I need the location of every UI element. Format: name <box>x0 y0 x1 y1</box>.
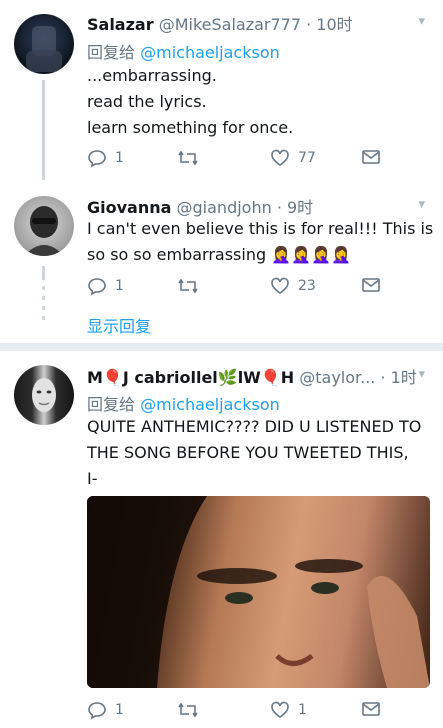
like-count: 77 <box>298 150 316 166</box>
reply-prefix: 回复给 <box>87 395 136 414</box>
reply-button[interactable]: 1 <box>87 148 124 168</box>
thread-line <box>42 80 45 180</box>
avatar[interactable] <box>14 365 74 425</box>
tweet-2[interactable]: Giovanna @giandjohn · 9时 ▾ I can't even … <box>0 180 443 340</box>
thread-line <box>42 286 45 290</box>
tweet-actions: 1 77 <box>87 148 387 172</box>
display-name[interactable]: Giovanna <box>87 198 171 217</box>
thread-line <box>42 316 45 320</box>
user-handle[interactable]: @MikeSalazar777 <box>159 15 301 34</box>
reply-icon <box>88 278 106 296</box>
like-button[interactable]: 77 <box>270 148 316 168</box>
reply-icon <box>88 150 106 168</box>
reply-to-handle[interactable]: @michaeljackson <box>140 395 280 414</box>
like-icon <box>271 149 289 166</box>
tweet-text-line: QUITE ANTHEMIC???? DID U LISTENED TO <box>87 417 422 436</box>
retweet-button[interactable] <box>177 148 199 168</box>
dm-icon <box>362 278 380 292</box>
reply-prefix: 回复给 <box>87 43 136 62</box>
tweet-actions: 1 1 <box>87 700 387 724</box>
dm-button[interactable] <box>361 148 381 166</box>
dm-icon <box>362 150 380 164</box>
retweet-button[interactable] <box>177 276 199 296</box>
tweet-text-line: learn something for once. <box>87 118 294 137</box>
tweet-3[interactable]: M🎈J cabriollel🌿lW🎈H @taylor... · 1时 ▾ 回复… <box>0 351 443 728</box>
tweet-header: Giovanna @giandjohn · 9时 <box>87 194 313 218</box>
tweet-header: Salazar @MikeSalazar777 · 10时 <box>87 11 353 35</box>
dm-button[interactable] <box>361 700 381 718</box>
thread-line <box>42 306 45 310</box>
reply-button[interactable]: 1 <box>87 700 124 720</box>
tweet-1[interactable]: Salazar @MikeSalazar777 · 10时 ▾ 回复给 @mic… <box>0 0 443 180</box>
dm-button[interactable] <box>361 276 381 294</box>
like-count: 23 <box>298 278 316 294</box>
timestamp[interactable]: · 1时 <box>380 368 416 387</box>
display-name[interactable]: M🎈J cabriollel🌿lW🎈H <box>87 368 294 387</box>
chevron-down-icon[interactable]: ▾ <box>418 197 425 212</box>
chevron-down-icon[interactable]: ▾ <box>418 14 425 29</box>
like-count: 1 <box>298 702 307 718</box>
like-icon <box>271 701 289 718</box>
retweet-icon <box>178 150 198 166</box>
reply-icon <box>88 702 106 720</box>
timestamp[interactable]: · 9时 <box>277 198 313 217</box>
display-name[interactable]: Salazar <box>87 15 154 34</box>
retweet-button[interactable] <box>177 700 199 720</box>
avatar[interactable] <box>14 14 74 74</box>
retweet-icon <box>178 702 198 718</box>
reply-context: 回复给 @michaeljackson <box>87 391 280 415</box>
tweet-text-line: ...embarrassing. <box>87 66 217 85</box>
reply-count: 1 <box>115 702 124 718</box>
reply-count: 1 <box>115 150 124 166</box>
reply-count: 1 <box>115 278 124 294</box>
tweet-text-line: I can't even believe this is for real!!!… <box>87 219 434 238</box>
tweet-header: M🎈J cabriollel🌿lW🎈H @taylor... · 1时 <box>87 364 417 388</box>
user-handle[interactable]: @giandjohn <box>177 198 272 217</box>
timestamp[interactable]: · 10时 <box>306 15 353 34</box>
tweet-text-line: I- <box>87 469 98 488</box>
thread-line <box>42 296 45 300</box>
avatar-image <box>32 378 56 412</box>
chevron-down-icon[interactable]: ▾ <box>418 367 425 382</box>
avatar[interactable] <box>14 196 74 256</box>
show-replies-link[interactable]: 显示回复 <box>87 313 151 337</box>
like-button[interactable]: 23 <box>270 276 316 296</box>
section-divider <box>0 343 443 351</box>
retweet-icon <box>178 278 198 294</box>
thread-line <box>42 266 45 280</box>
avatar-image <box>26 26 62 72</box>
reply-to-handle[interactable]: @michaeljackson <box>140 43 280 62</box>
reply-button[interactable]: 1 <box>87 276 124 296</box>
media-photo <box>87 496 430 688</box>
like-icon <box>271 277 289 294</box>
tweet-text-line: so so so embarrassing 🤦‍♀️🤦‍♀️🤦‍♀️🤦‍♀️ <box>87 245 351 264</box>
user-handle[interactable]: @taylor... <box>299 368 375 387</box>
tweet-text-line: THE SONG BEFORE YOU TWEETED THIS, <box>87 443 409 462</box>
dm-icon <box>362 702 380 716</box>
avatar-image <box>24 206 64 256</box>
tweet-actions: 1 23 <box>87 276 387 300</box>
like-button[interactable]: 1 <box>270 700 307 720</box>
tweet-media-image[interactable] <box>87 496 430 688</box>
reply-context: 回复给 @michaeljackson <box>87 39 280 63</box>
tweet-text-line: read the lyrics. <box>87 92 207 111</box>
